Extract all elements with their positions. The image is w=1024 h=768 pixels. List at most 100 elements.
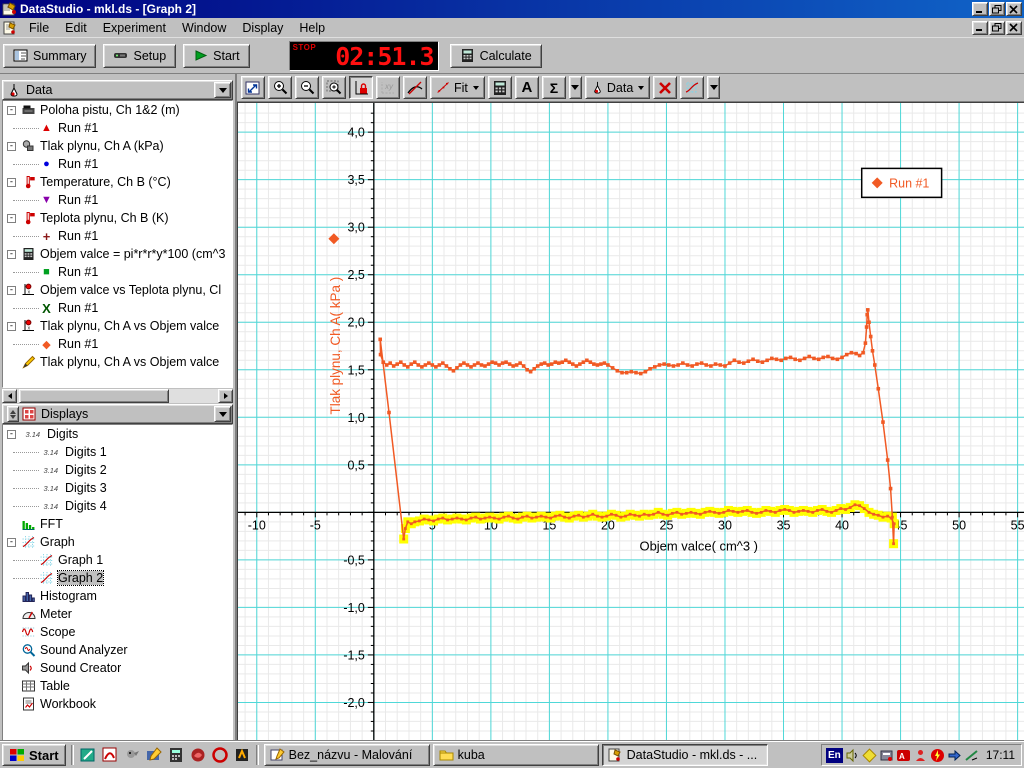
calculator-button[interactable] bbox=[488, 76, 512, 99]
child-restore-button[interactable] bbox=[989, 21, 1005, 35]
display-tree-item[interactable]: Meter bbox=[3, 605, 232, 623]
expand-toggle[interactable]: - bbox=[7, 106, 16, 115]
opera-shortcut-icon[interactable] bbox=[211, 746, 229, 764]
language-indicator[interactable]: En bbox=[826, 748, 843, 763]
start-menu-button[interactable]: Start bbox=[2, 744, 66, 766]
display-tree-item[interactable]: -Graph bbox=[3, 533, 232, 551]
legend[interactable]: Run #1 bbox=[862, 168, 942, 197]
data-tree-item[interactable]: -Temperature, Ch B (°C) bbox=[3, 173, 232, 191]
fit-dropdown[interactable]: Fit bbox=[430, 76, 485, 99]
data-tree-item[interactable]: -Poloha pistu, Ch 1&2 (m) bbox=[3, 101, 232, 119]
display-tree-item[interactable]: Sound Analyzer bbox=[3, 641, 232, 659]
expand-toggle[interactable]: - bbox=[7, 142, 16, 151]
scheduler-icon[interactable] bbox=[862, 748, 877, 763]
minimize-button[interactable] bbox=[972, 2, 988, 16]
display-tree-item[interactable]: 3.14Digits 2 bbox=[3, 461, 232, 479]
run-item[interactable]: ◆Run #1 bbox=[3, 335, 232, 353]
statistics-dropdown[interactable] bbox=[569, 76, 582, 99]
data-tree-item[interactable]: -xTlak plynu, Ch A vs Objem valce bbox=[3, 317, 232, 335]
task-button-datastudio[interactable]: DataStudio - mkl.ds - ... bbox=[602, 744, 768, 766]
display-tree-item[interactable]: Histogram bbox=[3, 587, 232, 605]
display-tree-item[interactable]: -3.14Digits bbox=[3, 425, 232, 443]
smart-tool-button[interactable] bbox=[349, 76, 373, 99]
dragon-shortcut-icon[interactable] bbox=[189, 746, 207, 764]
display-tree-item[interactable]: 3.14Digits 1 bbox=[3, 443, 232, 461]
display-tree-item[interactable]: Sound Creator bbox=[3, 659, 232, 677]
ati-settings-icon[interactable]: A bbox=[896, 748, 911, 763]
expand-toggle[interactable]: - bbox=[7, 430, 16, 439]
volume-icon[interactable] bbox=[845, 748, 860, 763]
menu-experiment[interactable]: Experiment bbox=[95, 19, 174, 37]
summary-button[interactable]: Summary bbox=[3, 44, 96, 68]
setup-button[interactable]: Setup bbox=[103, 44, 176, 68]
xy-tool-button[interactable]: xy bbox=[376, 76, 400, 99]
paint-shortcut-icon[interactable] bbox=[145, 746, 163, 764]
display-tree-item[interactable]: 3.14Digits 4 bbox=[3, 497, 232, 515]
disk-monitor-icon[interactable] bbox=[879, 748, 894, 763]
slope-tool-button[interactable] bbox=[403, 76, 427, 99]
run-item[interactable]: ■Run #1 bbox=[3, 263, 232, 281]
task-button-paint[interactable]: Bez_názvu - Malování bbox=[264, 744, 430, 766]
display-tree-item[interactable]: FFT bbox=[3, 515, 232, 533]
agent-icon[interactable] bbox=[913, 748, 928, 763]
text-tool-button[interactable]: A bbox=[515, 76, 539, 99]
run-item[interactable]: XRun #1 bbox=[3, 299, 232, 317]
start-button[interactable]: Start bbox=[183, 44, 249, 68]
restore-button[interactable] bbox=[989, 2, 1005, 16]
expand-toggle[interactable]: - bbox=[7, 322, 16, 331]
data-tree-item[interactable]: Tlak plynu, Ch A vs Objem valce bbox=[3, 353, 232, 371]
run-item[interactable]: ▼Run #1 bbox=[3, 191, 232, 209]
display-tree-item[interactable]: Graph 2 bbox=[3, 569, 232, 587]
scroll-right-button[interactable] bbox=[218, 389, 233, 403]
graph-settings-dropdown[interactable] bbox=[707, 76, 720, 99]
update-icon[interactable] bbox=[947, 748, 962, 763]
run-item[interactable]: ●Run #1 bbox=[3, 155, 232, 173]
task-button-kuba[interactable]: kuba bbox=[433, 744, 599, 766]
data-tree-item[interactable]: -Teplota plynu, Ch B (K) bbox=[3, 209, 232, 227]
statistics-button[interactable]: Σ bbox=[542, 76, 566, 99]
zoom-in-button[interactable] bbox=[268, 76, 292, 99]
zoom-select-button[interactable] bbox=[322, 76, 346, 99]
close-button[interactable] bbox=[1006, 2, 1022, 16]
expand-toggle[interactable]: - bbox=[7, 214, 16, 223]
menu-window[interactable]: Window bbox=[174, 19, 234, 37]
display-tree-item[interactable]: Scope bbox=[3, 623, 232, 641]
display-tree-item[interactable]: Workbook bbox=[3, 695, 232, 713]
display-tree-item[interactable]: Table bbox=[3, 677, 232, 695]
power-icon[interactable] bbox=[930, 748, 945, 763]
run-item[interactable]: +Run #1 bbox=[3, 227, 232, 245]
scale-to-fit-button[interactable] bbox=[241, 76, 265, 99]
expand-toggle[interactable]: - bbox=[7, 286, 16, 295]
acrobat-shortcut-icon[interactable] bbox=[101, 746, 119, 764]
expand-toggle[interactable]: - bbox=[7, 538, 16, 547]
data-tree-hscrollbar[interactable] bbox=[2, 389, 233, 403]
menu-display[interactable]: Display bbox=[234, 19, 291, 37]
data-tree-item[interactable]: -Objem valce = pi*r*r*y*100 (cm^3 bbox=[3, 245, 232, 263]
displays-panel-header[interactable]: Displays bbox=[2, 404, 233, 424]
data-tree-item[interactable]: -xObjem valce vs Teplota plynu, Cl bbox=[3, 281, 232, 299]
zoom-out-button[interactable] bbox=[295, 76, 319, 99]
expand-toggle[interactable]: - bbox=[7, 250, 16, 259]
notes-shortcut-icon[interactable] bbox=[79, 746, 97, 764]
calculator-shortcut-icon[interactable] bbox=[167, 746, 185, 764]
remove-button[interactable] bbox=[653, 76, 677, 99]
menu-help[interactable]: Help bbox=[291, 19, 333, 37]
graph-settings-button[interactable] bbox=[680, 76, 704, 99]
data-panel-dropdown-button[interactable] bbox=[214, 82, 231, 98]
data-tree-item[interactable]: -Tlak plynu, Ch A (kPa) bbox=[3, 137, 232, 155]
scroll-left-button[interactable] bbox=[2, 389, 17, 403]
calculate-button[interactable]: Calculate bbox=[450, 44, 542, 68]
menu-edit[interactable]: Edit bbox=[57, 19, 95, 37]
display-tree-item[interactable]: Graph 1 bbox=[3, 551, 232, 569]
child-close-button[interactable] bbox=[1006, 21, 1022, 35]
run-item[interactable]: ▲Run #1 bbox=[3, 119, 232, 137]
displays-panel-dropdown-button[interactable] bbox=[214, 406, 231, 422]
child-minimize-button[interactable] bbox=[972, 21, 988, 35]
panel-splitter-handle[interactable] bbox=[7, 406, 19, 422]
graph-plot[interactable]: -10-55101520253035404550554,03,53,02,52,… bbox=[237, 102, 1024, 741]
data-panel-header[interactable]: Data bbox=[2, 80, 233, 100]
winamp-shortcut-icon[interactable] bbox=[233, 746, 251, 764]
display-tree-item[interactable]: 3.14Digits 3 bbox=[3, 479, 232, 497]
scrollbar-thumb[interactable] bbox=[19, 389, 169, 403]
graphics-tool-icon[interactable] bbox=[964, 748, 979, 763]
